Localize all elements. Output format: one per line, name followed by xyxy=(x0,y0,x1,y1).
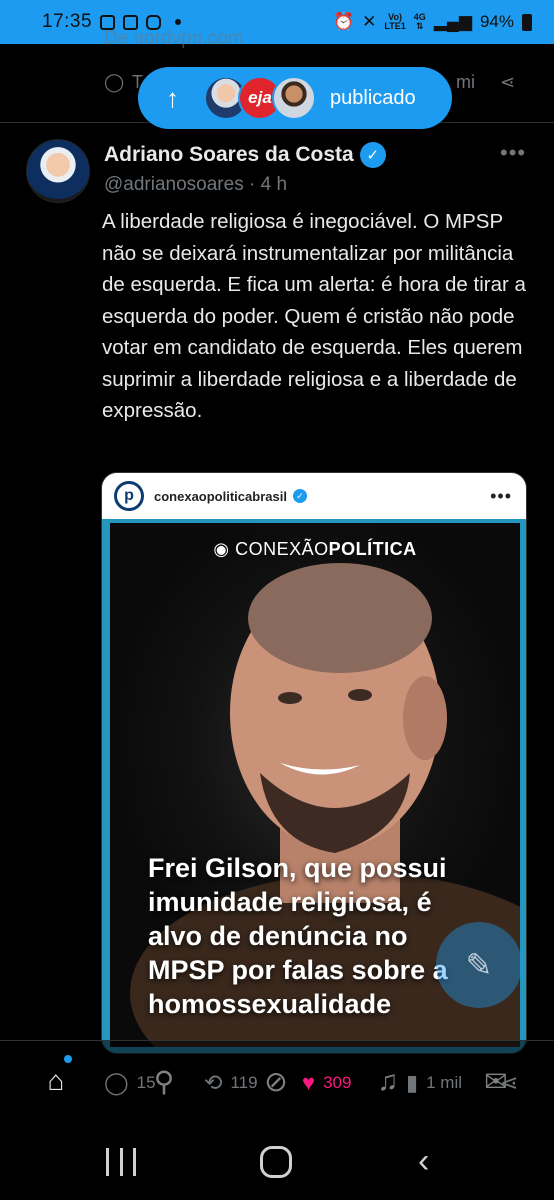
author-name-row[interactable]: Adriano Soares da Costa ✓ xyxy=(104,142,386,168)
status-time: 17:35 xyxy=(42,11,93,32)
like-count: 309 xyxy=(323,1073,352,1092)
author-name[interactable]: Adriano Soares da Costa xyxy=(104,143,354,167)
android-nav-bar: ‹ xyxy=(0,1126,554,1200)
status-bar: 17:35 ⏰ ✕ Vo) LTE1 4G ⇅ ▂▄▆ 94% xyxy=(0,0,554,44)
eye-left xyxy=(278,692,302,704)
tweet-text: A liberdade religiosa é inegociável. O M… xyxy=(102,210,526,422)
more-options-icon[interactable]: ••• xyxy=(500,140,526,166)
share-icon: ⋖ xyxy=(500,1070,519,1095)
separator: · xyxy=(248,174,256,195)
heart-icon: ♥ xyxy=(302,1070,316,1095)
embed-header: p conexaopoliticabrasil ✓ ••• xyxy=(102,473,526,519)
mute-icon: ✕ xyxy=(362,12,377,31)
retweet-count: 119 xyxy=(230,1073,258,1092)
retweet-icon: ⟲ xyxy=(204,1070,223,1095)
toast-avatars: eja xyxy=(204,76,316,120)
arrow-up-icon: ↑ xyxy=(166,82,179,113)
retweet-button[interactable]: ⟲ 119 xyxy=(204,1070,258,1096)
more-options-icon: ••• xyxy=(490,485,512,506)
views-icon: ▮ xyxy=(406,1070,419,1095)
tweet-actions: ◯ 15 ⟲ 119 ♥ 309 ▮ 1 mil ⋖ xyxy=(0,1070,554,1110)
compose-icon: ✎ xyxy=(465,947,493,983)
new-posts-dot xyxy=(64,1055,72,1063)
author-avatar[interactable] xyxy=(26,139,90,203)
compose-button[interactable]: ✎ xyxy=(436,922,522,1008)
tweet-time[interactable]: 4 h xyxy=(261,174,287,195)
head-shape xyxy=(248,563,432,673)
back-button[interactable]: ‹ xyxy=(418,1144,429,1178)
like-button[interactable]: ♥ 309 xyxy=(302,1070,351,1096)
notification-dot-icon xyxy=(175,19,182,25)
author-handle-row: @adrianosoares · 4 h xyxy=(104,174,287,196)
home-button[interactable] xyxy=(260,1146,292,1178)
reply-icon[interactable]: ◯ xyxy=(104,72,124,93)
avatar xyxy=(272,76,316,120)
toast-label: publicado xyxy=(330,86,416,109)
views-button[interactable]: ▮ 1 mil xyxy=(406,1070,462,1096)
ear-shape xyxy=(403,676,447,760)
reply-icon: ◯ xyxy=(104,1070,129,1095)
published-toast[interactable]: ↑ eja publicado xyxy=(138,67,452,129)
signal-icon: ▂▄▆ xyxy=(433,12,472,31)
alarm-icon: ⏰ xyxy=(332,12,355,31)
conexao-logo-icon: p xyxy=(114,481,144,511)
share-button[interactable]: ⋖ xyxy=(500,1070,518,1096)
reply-button[interactable]: ◯ 15 xyxy=(104,1070,156,1096)
author-handle[interactable]: @adrianosoares xyxy=(104,174,244,195)
previous-tweet-source: De nordvpn.com xyxy=(104,28,244,49)
previous-views-count: mi xyxy=(456,72,475,92)
battery-icon xyxy=(522,13,532,31)
share-icon[interactable]: ⋖ xyxy=(500,72,515,93)
embed-brand: ◉ CONEXÃOPOLÍTICA xyxy=(213,539,417,559)
views-count: 1 mil xyxy=(426,1073,463,1092)
battery-percent: 94% xyxy=(479,12,514,31)
embed-headline: Frei Gilson, que possui imunidade religi… xyxy=(148,853,448,1019)
verified-badge-icon: ✓ xyxy=(359,142,386,168)
recents-button[interactable] xyxy=(106,1148,136,1176)
verified-badge-icon: ✓ xyxy=(292,489,307,503)
network-indicator: Vo) LTE1 xyxy=(384,12,406,31)
eye-right xyxy=(348,689,372,701)
brand-logo-icon: ◉ xyxy=(213,539,230,559)
mobile-data-indicator: 4G ⇅ xyxy=(413,12,426,31)
embed-account: conexaopoliticabrasil xyxy=(154,488,287,504)
reply-count: 15 xyxy=(136,1073,156,1092)
